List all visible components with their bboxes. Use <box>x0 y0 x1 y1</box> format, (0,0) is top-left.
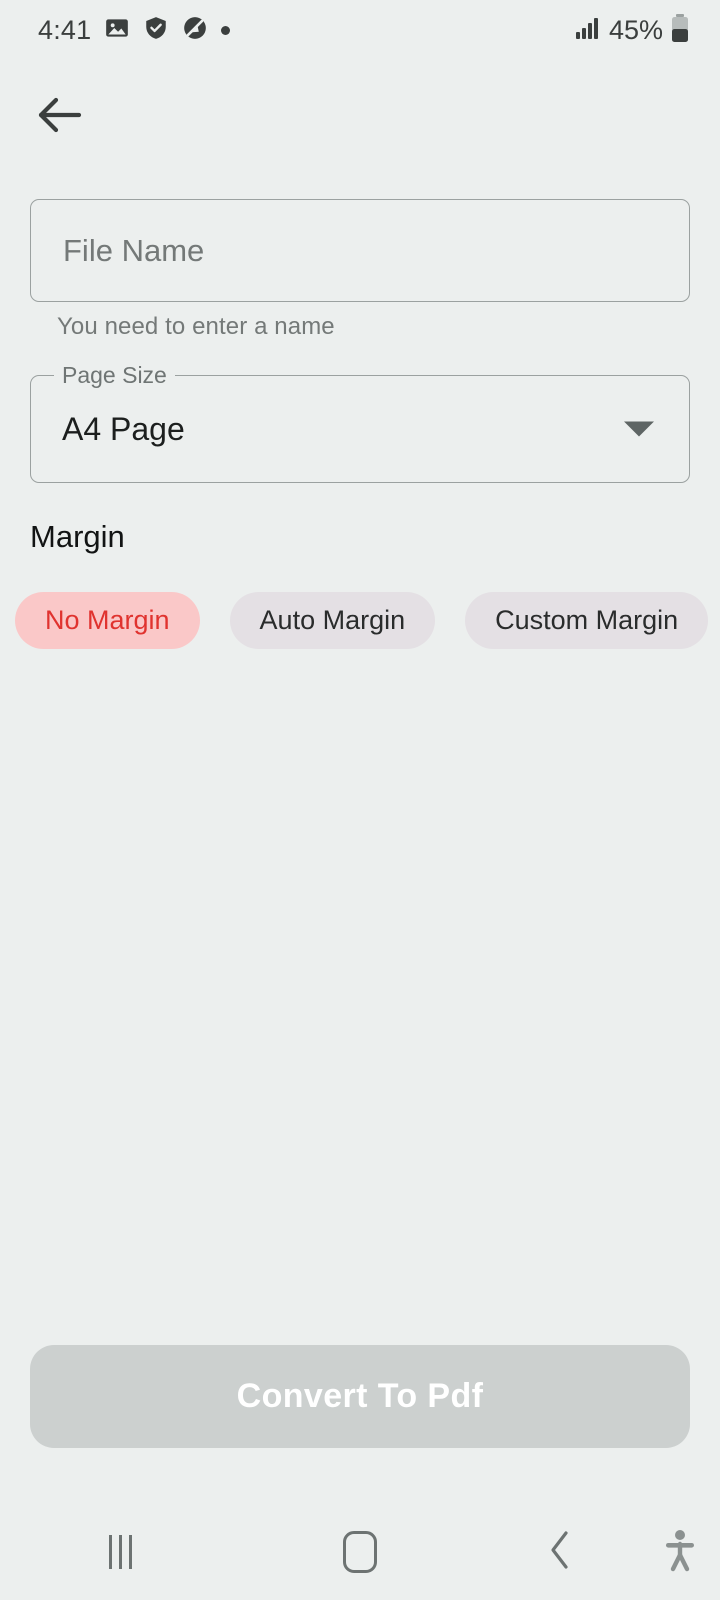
back-arrow-icon <box>35 95 83 140</box>
status-bar-right: 45% <box>575 13 690 48</box>
image-icon <box>104 15 130 46</box>
back-chevron-icon <box>547 1529 573 1576</box>
margin-chip-custom-margin[interactable]: Custom Margin <box>465 592 709 649</box>
margin-chip-label: No Margin <box>45 605 170 635</box>
app-bar <box>0 78 720 160</box>
recents-icon <box>108 1535 132 1569</box>
margin-options-row: No Margin Auto Margin Custom Margin <box>0 592 720 649</box>
page-size-value: A4 Page <box>62 410 185 447</box>
shield-check-icon <box>143 15 169 46</box>
nav-home-button[interactable] <box>240 1504 480 1600</box>
status-bar-left: 4:41 <box>38 14 231 46</box>
app-screen: 4:41 45% File Name You need to enter a n… <box>0 0 720 1600</box>
back-button[interactable] <box>28 86 90 148</box>
convert-to-pdf-button[interactable]: Convert To Pdf <box>30 1345 690 1448</box>
margin-chip-auto-margin[interactable]: Auto Margin <box>229 592 436 649</box>
margin-section-title: Margin <box>30 519 125 554</box>
signal-bars-icon <box>575 16 602 45</box>
battery-percent-label: 45% <box>608 14 663 45</box>
nav-back-button[interactable] <box>480 1504 640 1600</box>
nav-accessibility-button[interactable] <box>640 1504 720 1600</box>
status-bar: 4:41 45% <box>0 0 720 60</box>
page-size-dropdown[interactable]: Page Size A4 Page <box>30 362 690 483</box>
accessibility-icon <box>663 1528 697 1577</box>
system-navigation-bar <box>0 1504 720 1600</box>
margin-chip-label: Auto Margin <box>259 605 406 635</box>
margin-chip-label: Custom Margin <box>495 605 679 635</box>
mute-notifications-icon <box>182 15 208 46</box>
file-name-input[interactable] <box>63 232 657 269</box>
chevron-down-icon[interactable] <box>624 421 654 437</box>
margin-chip-no-margin[interactable]: No Margin <box>15 592 200 649</box>
file-name-field[interactable] <box>30 199 690 302</box>
dot-icon <box>221 25 231 35</box>
status-time: 4:41 <box>38 14 92 45</box>
nav-recents-button[interactable] <box>0 1504 240 1600</box>
battery-icon <box>670 13 690 48</box>
home-icon <box>343 1531 377 1573</box>
file-name-helper-text: You need to enter a name <box>57 313 335 340</box>
